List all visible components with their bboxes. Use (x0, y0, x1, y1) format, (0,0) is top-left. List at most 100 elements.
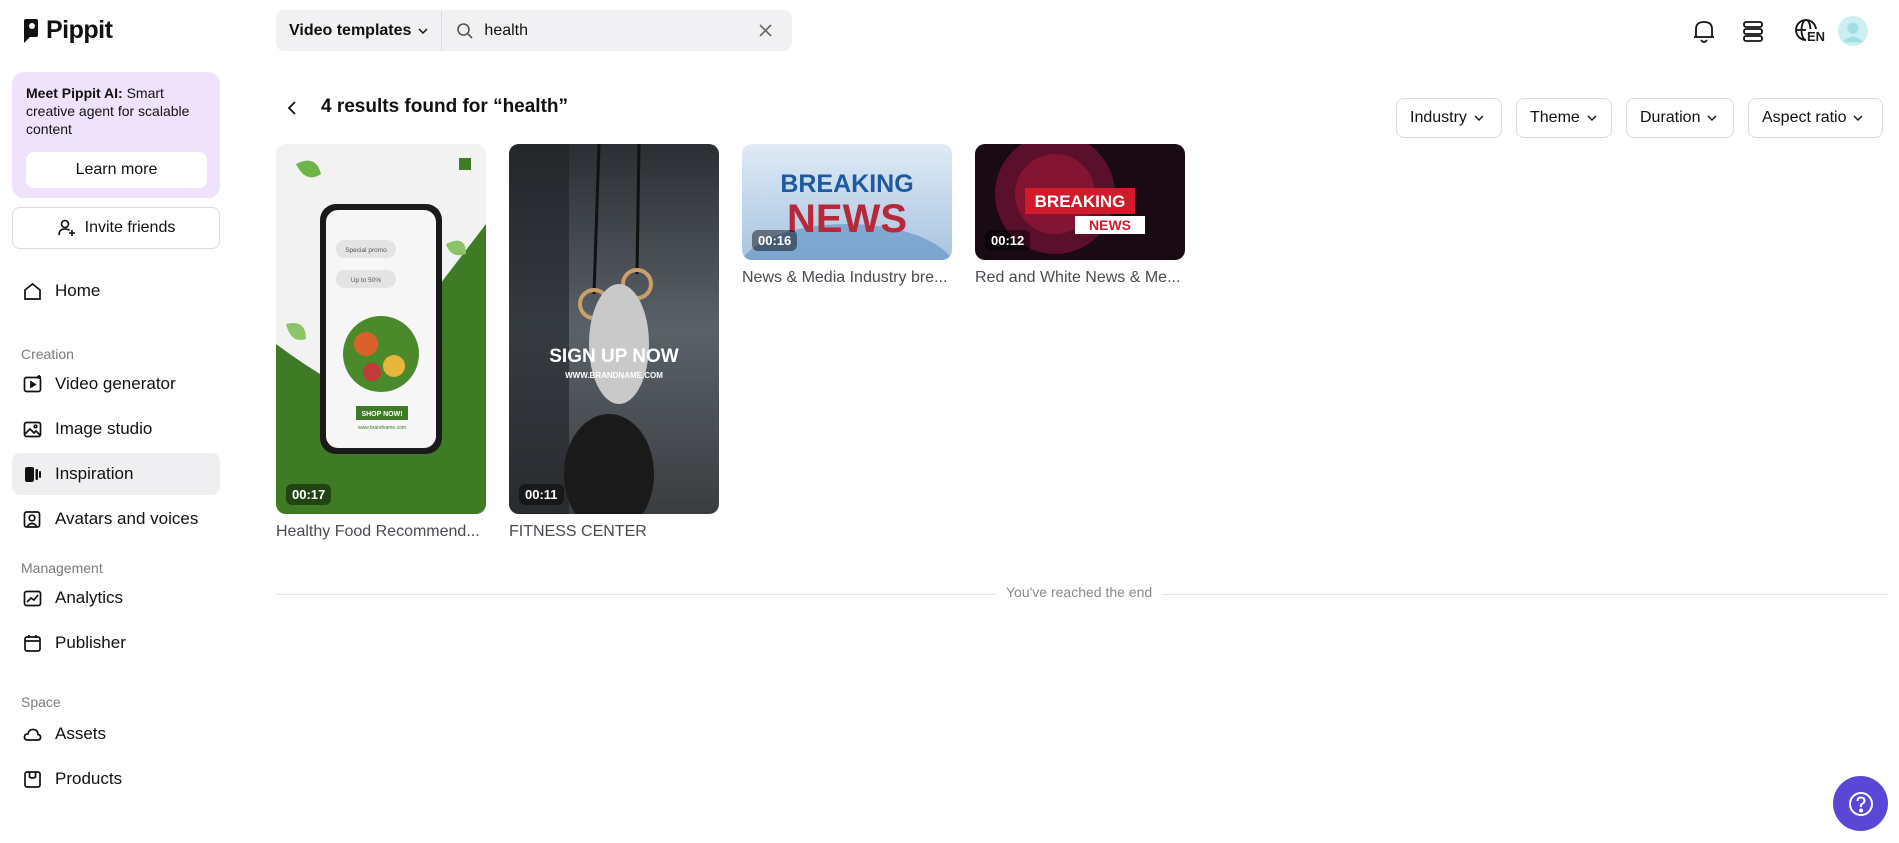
filter-aspect-ratio[interactable]: Aspect ratio (1748, 98, 1883, 138)
fitness-thumbnail-image: SIGN UP NOW WWW.BRANDNAME.COM (509, 144, 719, 514)
filter-duration[interactable]: Duration (1626, 98, 1734, 138)
inspiration-icon (25, 466, 41, 482)
template-card[interactable]: SIGN UP NOW WWW.BRANDNAME.COM 00:11 FITN… (509, 144, 719, 541)
image-studio-icon (23, 421, 42, 437)
sidebar-item-image-studio[interactable]: Image studio (12, 408, 220, 450)
sidebar-item-label: Assets (55, 724, 107, 743)
template-thumbnail: BREAKING NEWS 00:12 (975, 144, 1185, 260)
chevron-down-icon (1474, 115, 1484, 121)
user-avatar[interactable] (1838, 14, 1868, 48)
healthy-food-thumbnail-image: Special promo Up to 50% SHOP NOW! www.br… (276, 144, 486, 514)
thumb-news-text: NEWS (1089, 217, 1131, 233)
sidebar-item-label: Analytics (55, 588, 124, 607)
app-name: Pippit (46, 16, 113, 44)
promo-text: Meet Pippit AI: Smart creative agent for… (26, 84, 206, 138)
section-label-creation: Creation (21, 346, 74, 362)
sidebar-item-inspiration[interactable]: Inspiration (12, 453, 220, 495)
search-icon (457, 22, 473, 39)
template-thumbnail: Special promo Up to 50% SHOP NOW! www.br… (276, 144, 486, 514)
sidebar-item-assets[interactable]: Assets (12, 713, 220, 755)
thumb-headline-text: SIGN UP NOW (549, 346, 679, 367)
search-input[interactable] (484, 21, 745, 40)
chevron-down-icon (1587, 115, 1597, 121)
invite-friends-button[interactable]: Invite friends (12, 207, 220, 249)
add-user-icon (57, 219, 75, 236)
template-thumbnail: BREAKING NEWS 00:16 (742, 144, 952, 260)
language-button[interactable]: EN (1786, 14, 1828, 48)
filter-label: Aspect ratio (1762, 109, 1847, 126)
analytics-icon (23, 590, 42, 606)
thumb-cta-text: SHOP NOW! (361, 411, 402, 418)
filter-industry[interactable]: Industry (1396, 98, 1502, 138)
template-type-select[interactable]: Video templates (276, 10, 443, 51)
duration-badge: 00:16 (752, 230, 798, 251)
thumb-url-text: WWW.BRANDNAME.COM (565, 371, 663, 380)
sidebar-item-video-generator[interactable]: Video generator (12, 363, 220, 405)
thumb-promo-text: Special promo (345, 247, 387, 254)
template-type-label: Video templates (289, 21, 412, 39)
clear-search-icon[interactable] (757, 22, 774, 39)
sidebar-item-products[interactable]: Products (12, 758, 220, 800)
sidebar-item-label: Image studio (55, 419, 153, 438)
help-button[interactable] (1833, 776, 1888, 831)
search-bar: Video templates (276, 10, 792, 51)
video-generator-icon (23, 374, 42, 392)
sidebar-item-label: Products (55, 769, 123, 788)
duration-badge: 00:17 (286, 484, 332, 505)
filter-theme[interactable]: Theme (1516, 98, 1612, 138)
avatar-icon (1838, 16, 1868, 46)
chevron-down-icon (418, 27, 428, 34)
template-card[interactable]: BREAKING NEWS 00:12 Red and White News &… (975, 144, 1185, 287)
sidebar-item-publisher[interactable]: Publisher (12, 622, 220, 664)
sidebar-item-label: Video generator (55, 374, 176, 393)
app-logo[interactable]: Pippit (22, 16, 113, 45)
sidebar-item-analytics[interactable]: Analytics (12, 577, 220, 619)
notifications-button[interactable] (1689, 14, 1719, 48)
invite-friends-label: Invite friends (84, 219, 176, 236)
template-title: FITNESS CENTER (509, 523, 647, 540)
thumb-url-text: www.brandname.com (358, 425, 406, 431)
template-thumbnail: SIGN UP NOW WWW.BRANDNAME.COM 00:11 (509, 144, 719, 514)
promo-card: Meet Pippit AI: Smart creative agent for… (12, 72, 220, 198)
sidebar-item-label: Home (55, 281, 101, 300)
duration-badge: 00:12 (985, 230, 1031, 251)
storage-button[interactable] (1738, 14, 1768, 48)
filter-label: Theme (1530, 109, 1580, 126)
chevron-down-icon (1853, 115, 1863, 121)
thumb-discount-text: Up to 50% (351, 277, 382, 284)
sidebar-item-label: Avatars and voices (55, 509, 199, 528)
home-icon (24, 282, 41, 300)
section-label-management: Management (21, 560, 103, 576)
thumb-breaking-text: BREAKING (1035, 192, 1126, 211)
learn-more-button[interactable]: Learn more (26, 152, 207, 188)
section-label-space: Space (21, 694, 61, 710)
promo-title: Meet Pippit AI: (26, 85, 123, 101)
cloud-icon (23, 728, 42, 741)
chevron-down-icon (1707, 115, 1717, 121)
bell-icon (1694, 21, 1714, 43)
sidebar-item-avatars-voices[interactable]: Avatars and voices (12, 498, 220, 540)
template-title: Red and White News & Me... (975, 269, 1181, 286)
product-box-icon (24, 770, 41, 788)
filter-label: Industry (1410, 109, 1467, 126)
back-arrow-icon[interactable] (282, 98, 302, 118)
avatar-icon (23, 510, 41, 528)
question-mark-icon (1848, 791, 1873, 816)
language-code: EN (1806, 29, 1827, 44)
sidebar-item-label: Inspiration (55, 464, 134, 483)
sidebar: Pippit Meet Pippit AI: Smart creative ag… (0, 0, 232, 843)
template-card[interactable]: Special promo Up to 50% SHOP NOW! www.br… (276, 144, 486, 541)
template-card[interactable]: BREAKING NEWS 00:16 News & Media Industr… (742, 144, 952, 287)
template-title: News & Media Industry bre... (742, 269, 948, 286)
results-title: 4 results found for “health” (321, 96, 569, 117)
filter-label: Duration (1640, 109, 1701, 126)
end-of-results-text: You've reached the end (996, 584, 1163, 600)
thumb-breaking-text: BREAKING (780, 170, 913, 198)
sidebar-item-home[interactable]: Home (12, 270, 220, 312)
thumb-news-text: NEWS (787, 197, 907, 241)
calendar-icon (24, 634, 41, 652)
pippit-logo-icon (24, 18, 38, 43)
template-title: Healthy Food Recommend... (276, 523, 480, 540)
duration-badge: 00:11 (519, 484, 564, 505)
sidebar-item-label: Publisher (55, 633, 126, 652)
